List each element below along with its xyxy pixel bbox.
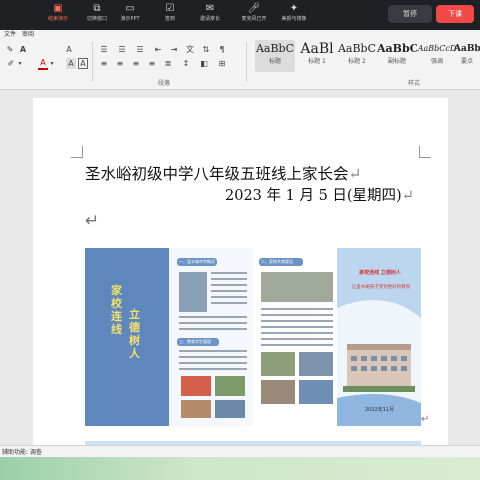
sort-icon[interactable]: ⇅ [200, 44, 212, 55]
group-label-paragraph: 段落 [158, 80, 171, 87]
style-title[interactable]: AaBbC 标题 [255, 40, 295, 72]
accessibility-status[interactable]: 辅助功能: 调查 [2, 447, 42, 456]
font-color-icon[interactable]: A [38, 58, 48, 70]
brochure-image[interactable]: 家校连线 立德树人 一、圣水峪中学概况 三、德育学生管理 二、家校共育理念 家校… [85, 248, 421, 426]
increase-indent-icon[interactable]: ⇥ [168, 44, 180, 55]
word-ribbon: 文件 审阅 ✎ A ✐ ▾ A ▾ A A A ☰ ☰ ☰ ⇤ ⇥ 文 ⇅ ¶ … [0, 30, 480, 90]
invite-parents-button[interactable]: ✉ 邀请家长 [188, 3, 232, 27]
brochure-heading-2: 二、家校共育理念 [261, 259, 293, 264]
style-key-point[interactable]: AaBb 要点 [454, 40, 480, 72]
pause-button[interactable]: 暂停 [388, 5, 432, 23]
ppt-icon: ▭ [125, 3, 135, 14]
text-style-icon[interactable]: A [18, 44, 28, 55]
clear-format-icon[interactable]: A [64, 44, 74, 55]
justify-icon[interactable]: ≡ [146, 58, 158, 69]
present-ppt-button[interactable]: ▭ 演示PPT [108, 3, 152, 27]
style-heading-1[interactable]: AaBl 标题 1 [297, 40, 337, 72]
multilevel-list-icon[interactable]: ☰ [134, 44, 146, 55]
borders-icon[interactable]: ⊞ [216, 58, 228, 69]
microphone-icon: 🎤︎ [247, 3, 261, 14]
text-highlight-icon[interactable]: ✐ [6, 58, 16, 69]
ribbon-tabs: 文件 审阅 [0, 30, 480, 40]
paragraph-mark-icon: ↵ [348, 165, 362, 183]
divider [92, 42, 93, 82]
bullets-icon[interactable]: ☰ [98, 44, 110, 55]
style-heading-2[interactable]: AaBbC 标题 2 [337, 40, 377, 72]
share-screen-icon: ▣ [53, 3, 63, 14]
beauty-mirror-button[interactable]: ✦ 美颜与镜像 [272, 3, 316, 27]
check-in-button[interactable]: ☑ 签到 [148, 3, 192, 27]
brochure-slogan-1: 家校连线 立德树人 [359, 270, 401, 276]
document-page[interactable]: 圣水峪初级中学八年级五班线上家长会↵ 2023 年 1 月 5 日(星期四)↵ … [33, 98, 448, 449]
divider [246, 42, 247, 82]
beauty-icon: ✦ [289, 3, 299, 14]
document-canvas: 圣水峪初级中学八年级五班线上家长会↵ 2023 年 1 月 5 日(星期四)↵ … [0, 90, 480, 449]
stop-presenting-button[interactable]: ▣ 结束演示 [36, 3, 80, 27]
document-title[interactable]: 圣水峪初级中学八年级五班线上家长会↵ [85, 162, 362, 184]
margin-corner-mark [71, 146, 83, 158]
tab-file[interactable]: 文件 [4, 30, 16, 40]
format-painter-icon[interactable]: ✎ [6, 44, 14, 55]
group-label-styles: 样式 [408, 80, 421, 87]
numbering-icon[interactable]: ☰ [116, 44, 128, 55]
char-border-icon[interactable]: A [78, 58, 88, 69]
paragraph-mark-icon[interactable]: ↵ [85, 211, 99, 231]
meeting-toolbar: ▣ 结束演示 ⧉ 切换窗口 ▭ 演示PPT ☑ 签到 ✉ 邀请家长 🎤︎ 麦克风… [0, 0, 480, 30]
brochure-heading-3: 三、德育学生管理 [179, 339, 211, 344]
char-shading-icon[interactable]: A [66, 58, 76, 69]
microphone-button[interactable]: 🎤︎ 麦克风已开 [232, 3, 276, 27]
style-subtitle[interactable]: AaBbC 副标题 [377, 40, 417, 72]
decrease-indent-icon[interactable]: ⇤ [152, 44, 164, 55]
show-marks-icon[interactable]: ¶ [216, 44, 228, 55]
chevron-down-icon[interactable]: ▾ [48, 58, 56, 69]
align-center-icon[interactable]: ≡ [114, 58, 126, 69]
taskbar [0, 457, 480, 480]
chinese-layout-icon[interactable]: 文 [184, 44, 196, 55]
check-in-icon: ☑ [165, 3, 175, 14]
shading-icon[interactable]: ◧ [198, 58, 210, 69]
chevron-down-icon[interactable]: ▾ [16, 58, 24, 69]
style-emphasis[interactable]: AaBbCcD 强调 [417, 40, 457, 72]
align-left-icon[interactable]: ≡ [98, 58, 110, 69]
brochure-vertical-title-2: 立德树人 [129, 308, 140, 360]
distributed-icon[interactable]: ≣ [162, 58, 174, 69]
brochure-vertical-title-1: 家校连线 [111, 284, 122, 336]
paragraph-mark-icon: ↵ [421, 414, 430, 425]
margin-corner-mark [419, 146, 431, 158]
paragraph-mark-icon: ↵ [401, 188, 414, 204]
brochure-slogan-2: 让圣水峪孩子受到更好的教育 [351, 285, 411, 290]
invite-icon: ✉ [205, 3, 215, 14]
brochure-date: 2022年11月 [365, 407, 395, 413]
align-right-icon[interactable]: ≡ [130, 58, 142, 69]
tab-review[interactable]: 审阅 [22, 30, 34, 40]
end-class-button[interactable]: 下课 [436, 5, 474, 23]
status-bar: 辅助功能: 调查 [0, 445, 480, 457]
brochure-heading-1: 一、圣水峪中学概况 [179, 259, 215, 264]
line-spacing-icon[interactable]: ↕ [180, 58, 192, 69]
document-date[interactable]: 2023 年 1 月 5 日(星期四)↵ [225, 184, 414, 205]
